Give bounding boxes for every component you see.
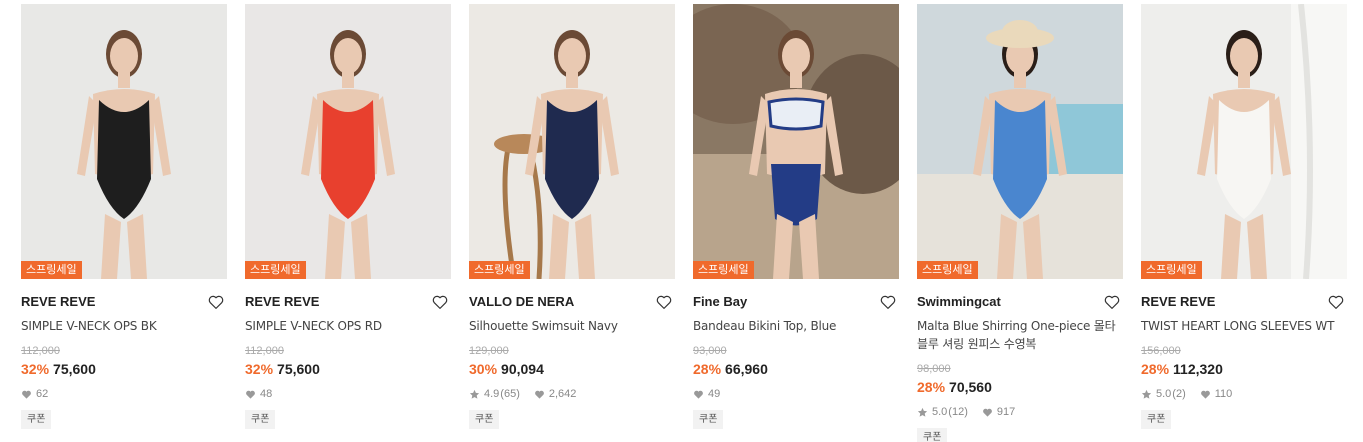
wishlist-heart-icon[interactable] [1327,293,1345,311]
wishlist-heart-icon[interactable] [879,293,897,311]
brand-name[interactable]: REVE REVE [21,294,95,309]
star-icon [469,389,480,399]
discount-rate: 30% [469,361,498,377]
like-count: 48 [260,388,273,400]
brand-name[interactable]: Fine Bay [693,294,747,309]
like-heart-icon [534,390,544,399]
review-count: (12) [948,406,968,418]
product-meta: 49 [693,387,899,401]
coupon-tag[interactable]: 쿠폰 [469,410,500,429]
product-photo [245,4,451,279]
rating-value: 5.0 [1156,388,1172,400]
original-price: 129,000 [469,345,509,357]
coupon-tag[interactable]: 쿠폰 [245,410,276,429]
review-count: (65) [500,388,520,400]
brand-name[interactable]: Swimmingcat [917,294,1001,309]
discount-rate: 32% [21,361,50,377]
wishlist-heart-icon[interactable] [207,293,225,311]
review-count: (2) [1172,388,1186,400]
original-price: 112,000 [245,345,284,357]
product-card[interactable]: 스프링세일 REVE REVE TWIST HEART LONG SLEEVES… [1141,4,1347,429]
product-grid: 스프링세일 REVE REVE SIMPLE V-NECK OPS BK 112… [21,4,1361,442]
sale-price: 75,600 [53,361,96,377]
coupon-tag[interactable]: 쿠폰 [693,410,724,429]
like-count: 110 [1214,388,1233,400]
product-name[interactable]: SIMPLE V-NECK OPS RD [245,317,451,335]
product-image[interactable]: 스프링세일 [917,4,1123,279]
sale-price: 66,960 [725,361,768,377]
sale-badge: 스프링세일 [245,261,306,279]
product-name[interactable]: Malta Blue Shirring One-piece 몰타 블루 셔링 원… [917,317,1123,353]
product-name[interactable]: Bandeau Bikini Top, Blue [693,317,899,335]
product-meta: 48 [245,387,451,401]
product-card[interactable]: 스프링세일 REVE REVE SIMPLE V-NECK OPS RD 112… [245,4,451,429]
product-meta: 62 [21,387,227,401]
product-image[interactable]: 스프링세일 [1141,4,1347,279]
sale-price: 75,600 [277,361,320,377]
discount-rate: 28% [693,361,722,377]
star-icon [1141,389,1152,399]
original-price: 93,000 [693,345,727,357]
like-count: 917 [996,406,1016,418]
product-name[interactable]: TWIST HEART LONG SLEEVES WT [1141,317,1347,335]
like-heart-icon [246,390,255,399]
coupon-tag[interactable]: 쿠폰 [917,428,948,442]
sale-badge: 스프링세일 [1141,261,1202,279]
coupon-tag[interactable]: 쿠폰 [1141,410,1172,429]
product-photo [1141,4,1347,279]
product-photo [917,4,1123,279]
brand-name[interactable]: REVE REVE [1141,294,1215,309]
star-icon [917,407,928,417]
like-count: 62 [36,388,49,400]
discount-rate: 28% [1141,361,1170,377]
product-image[interactable]: 스프링세일 [693,4,899,279]
brand-name[interactable]: REVE REVE [245,294,319,309]
product-image[interactable]: 스프링세일 [469,4,675,279]
product-card[interactable]: 스프링세일 VALLO DE NERA Silhouette Swimsuit … [469,4,675,429]
product-card[interactable]: 스프링세일 Fine Bay Bandeau Bikini Top, Blue … [693,4,899,429]
like-heart-icon [1200,390,1210,399]
sale-badge: 스프링세일 [21,261,82,279]
rating-value: 4.9 [484,388,500,400]
original-price: 98,000 [917,363,951,375]
sale-badge: 스프링세일 [917,261,978,279]
product-photo [21,4,227,279]
sale-price: 90,094 [501,361,544,377]
product-photo [469,4,675,279]
like-heart-icon [694,390,703,399]
discount-rate: 28% [917,379,946,395]
product-meta: 4.9 (65) 2,642 [469,387,675,401]
sale-price: 112,320 [1173,361,1223,377]
product-meta: 5.0 (12) 917 [917,405,1123,419]
sale-price: 70,560 [949,379,992,395]
wishlist-heart-icon[interactable] [1103,293,1121,311]
product-meta: 5.0 (2) 110 [1141,387,1347,401]
wishlist-heart-icon[interactable] [431,293,449,311]
like-count: 2,642 [548,388,577,400]
sale-badge: 스프링세일 [693,261,754,279]
original-price: 156,000 [1141,345,1181,357]
product-card[interactable]: 스프링세일 Swimmingcat Malta Blue Shirring On… [917,4,1123,442]
like-heart-icon [982,408,992,417]
brand-name[interactable]: VALLO DE NERA [469,294,574,309]
product-name[interactable]: Silhouette Swimsuit Navy [469,317,675,335]
sale-badge: 스프링세일 [469,261,530,279]
product-photo [693,4,899,279]
like-count: 49 [708,388,721,400]
product-image[interactable]: 스프링세일 [21,4,227,279]
original-price: 112,000 [21,345,60,357]
wishlist-heart-icon[interactable] [655,293,673,311]
coupon-tag[interactable]: 쿠폰 [21,410,52,429]
product-image[interactable]: 스프링세일 [245,4,451,279]
like-heart-icon [22,390,31,399]
rating-value: 5.0 [932,406,948,418]
product-card[interactable]: 스프링세일 REVE REVE SIMPLE V-NECK OPS BK 112… [21,4,227,429]
discount-rate: 32% [245,361,274,377]
product-name[interactable]: SIMPLE V-NECK OPS BK [21,317,227,335]
